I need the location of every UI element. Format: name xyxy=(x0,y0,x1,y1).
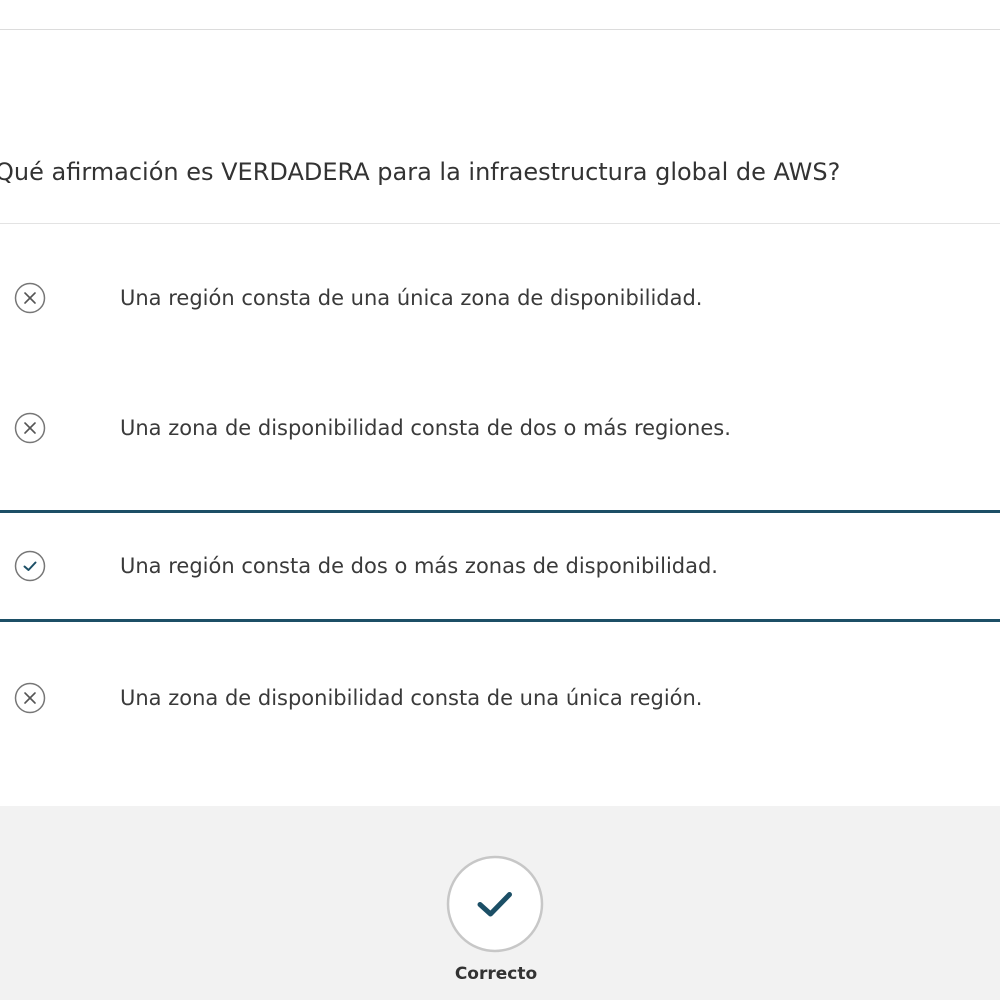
answer-option-4[interactable]: Una zona de disponibilidad consta de una… xyxy=(0,642,1000,754)
answer-option-label: Una zona de disponibilidad consta de dos… xyxy=(120,416,731,440)
answer-option-3-selected[interactable]: Una región consta de dos o más zonas de … xyxy=(0,510,1000,622)
x-circle-icon xyxy=(14,682,46,714)
check-circle-icon xyxy=(446,855,544,953)
answer-option-label: Una región consta de dos o más zonas de … xyxy=(120,554,718,578)
question-divider xyxy=(0,223,1000,224)
answer-option-2[interactable]: Una zona de disponibilidad consta de dos… xyxy=(0,372,1000,484)
answer-option-label: Una región consta de una única zona de d… xyxy=(120,286,703,310)
result-panel: Correcto xyxy=(0,806,1000,1000)
answer-options: Una región consta de una única zona de d… xyxy=(0,242,1000,762)
top-divider xyxy=(0,29,1000,30)
question-text: Qué afirmación es VERDADERA para la infr… xyxy=(0,158,841,186)
check-circle-icon xyxy=(14,550,46,582)
x-circle-icon xyxy=(14,282,46,314)
answer-option-label: Una zona de disponibilidad consta de una… xyxy=(120,686,703,710)
answer-option-1[interactable]: Una región consta de una única zona de d… xyxy=(0,242,1000,354)
result-label: Correcto xyxy=(454,964,538,984)
x-circle-icon xyxy=(14,412,46,444)
